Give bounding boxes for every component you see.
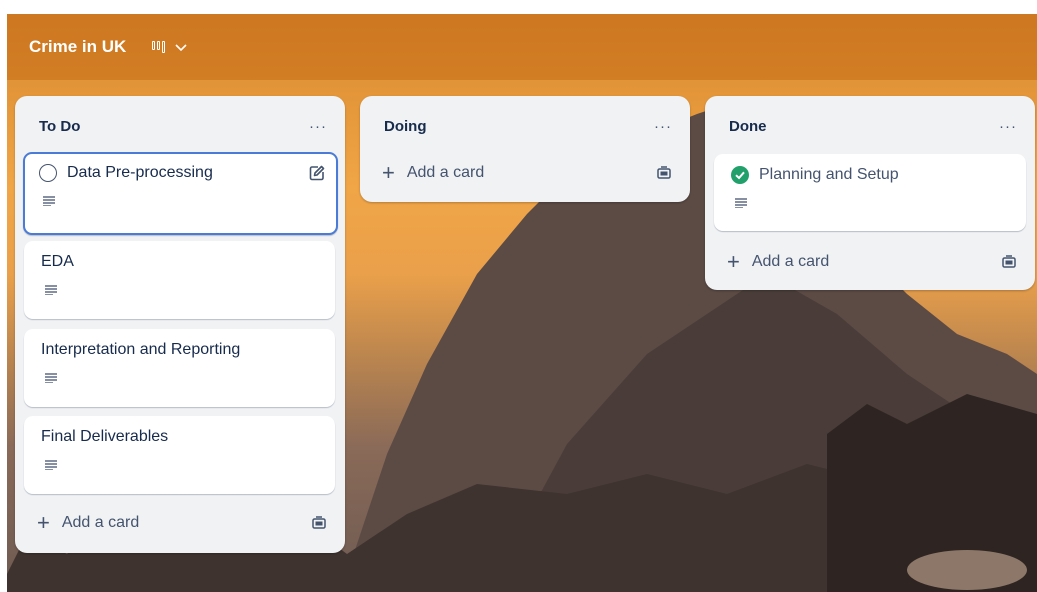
list-title[interactable]: To Do	[39, 118, 80, 135]
card-title: Planning and Setup	[759, 166, 899, 183]
board-view-switcher[interactable]	[152, 40, 188, 54]
circle-checkbox-icon[interactable]	[39, 164, 57, 182]
plus-icon: +	[37, 510, 50, 535]
card-template-icon[interactable]	[1001, 254, 1017, 270]
list-header: To Do ···	[15, 96, 345, 156]
description-icon	[45, 460, 57, 470]
board-header: Crime in UK	[7, 14, 1037, 80]
board-title[interactable]: Crime in UK	[29, 37, 126, 57]
add-card-label: Add a card	[61, 514, 140, 531]
card-title: Interpretation and Reporting	[41, 341, 241, 358]
check-circle-icon[interactable]	[731, 166, 749, 184]
card-title: Data Pre-processing	[67, 164, 213, 181]
board-view-icon	[152, 41, 166, 53]
edit-icon[interactable]	[309, 165, 325, 181]
plus-icon: +	[727, 249, 740, 274]
description-icon	[45, 373, 57, 383]
card-title: EDA	[41, 253, 74, 270]
list-todo: To Do ··· Data Pre-processing EDA Interp…	[15, 96, 345, 553]
add-card-button[interactable]: + Add a card	[727, 247, 1017, 277]
add-card-label: Add a card	[751, 253, 830, 270]
card-interpretation-and-reporting[interactable]: Interpretation and Reporting	[24, 329, 335, 407]
card-title: Final Deliverables	[41, 428, 169, 445]
add-card-button[interactable]: + Add a card	[37, 508, 327, 538]
card-eda[interactable]: EDA	[24, 241, 335, 319]
card-data-pre-processing[interactable]: Data Pre-processing	[23, 152, 338, 235]
chevron-down-icon	[175, 44, 187, 52]
card-template-icon[interactable]	[656, 165, 672, 181]
list-header: Doing ···	[360, 96, 690, 156]
card-planning-and-setup[interactable]: Planning and Setup	[714, 154, 1026, 231]
list-header: Done ···	[705, 96, 1035, 156]
card-final-deliverables[interactable]: Final Deliverables	[24, 416, 335, 494]
description-icon	[45, 285, 57, 295]
list-title[interactable]: Done	[729, 118, 767, 135]
plus-icon: +	[382, 160, 395, 185]
list-done: Done ··· Planning and Setup + Add a card	[705, 96, 1035, 290]
more-icon[interactable]: ···	[999, 118, 1017, 135]
more-icon[interactable]: ···	[654, 118, 672, 135]
description-icon	[43, 196, 55, 206]
card-template-icon[interactable]	[311, 515, 327, 531]
list-title[interactable]: Doing	[384, 118, 427, 135]
description-icon	[735, 198, 747, 208]
add-card-label: Add a card	[406, 164, 485, 181]
more-icon[interactable]: ···	[309, 118, 327, 135]
list-doing: Doing ··· + Add a card	[360, 96, 690, 202]
add-card-button[interactable]: + Add a card	[382, 158, 672, 188]
